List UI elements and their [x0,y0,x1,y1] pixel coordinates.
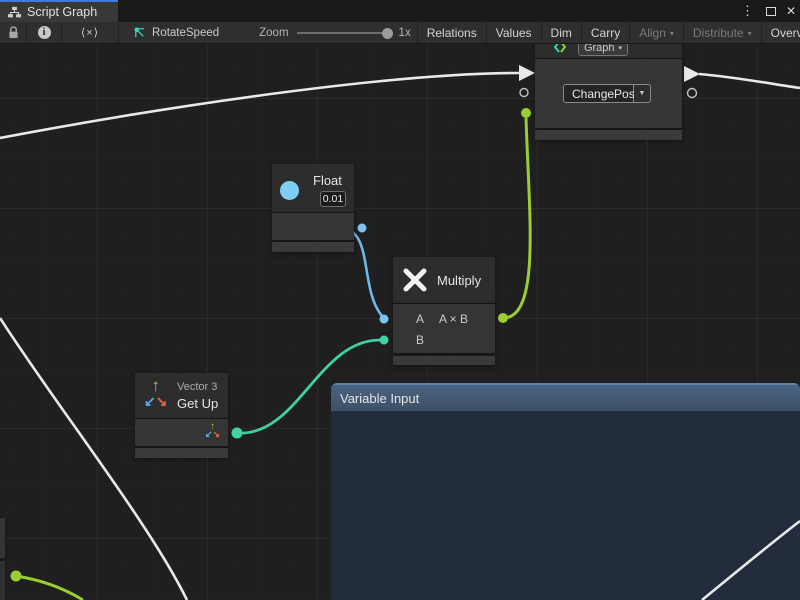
tab-title: Script Graph [27,5,97,19]
zoom-slider-knob[interactable] [382,28,393,39]
float-node[interactable]: Float 0.01 [272,164,354,252]
wire-bottom-left[interactable] [16,576,83,600]
chevron-down-icon: ▼ [639,90,646,97]
event-node-footer[interactable] [535,130,682,140]
graph-canvas[interactable]: Variable Input [0,44,800,600]
vector3-node-footer[interactable] [135,448,228,458]
float-node-title: Float [313,173,342,188]
float-type-icon [280,181,299,200]
chevron-down-icon: ▾ [670,29,674,38]
wire-multiply-to-event[interactable] [503,118,530,318]
vector3-node[interactable]: ↑ ↙ ↘ Vector 3 Get Up ↑ ↙ ↘ [135,373,228,458]
multiply-node-title: Multiply [437,273,481,288]
vector3-output-port-icon[interactable]: ↑ ↙ ↘ [205,422,220,439]
wire-end-dot[interactable] [380,315,389,324]
wire-arrowhead-out[interactable] [684,66,700,82]
vector3-node-header[interactable]: ↑ ↙ ↘ Vector 3 Get Up [135,373,228,418]
zoom-slider[interactable] [297,27,391,39]
multiply-node-header[interactable]: Multiply [393,257,495,303]
multiply-icon [402,267,428,293]
multiply-node-body[interactable]: A A × B B [393,304,495,353]
control-wire-out[interactable] [699,74,800,88]
window-controls: ⋮ ✕ [739,0,796,22]
dim-button[interactable]: Dim [542,22,581,44]
lock-icon [8,26,19,39]
vector3-type-icon: ↑ ↙ ↘ [144,377,167,408]
graph-breadcrumb[interactable]: RotateSpeed [119,26,229,39]
unconnected-port-ring[interactable] [688,89,697,98]
close-icon[interactable]: ✕ [786,4,796,18]
wire-end-dot[interactable] [521,108,531,118]
changepos-dropdown-caret[interactable]: ▼ [634,84,651,103]
graph-name-label: RotateSpeed [152,27,219,39]
float-node-footer[interactable] [272,242,354,252]
zoom-slider-track [297,32,391,34]
zoom-label: Zoom [259,27,288,39]
graph-select-dropdown[interactable]: Graph▾ [578,44,628,56]
float-value-field[interactable]: 0.01 [320,191,346,207]
chevron-down-icon: ▾ [748,29,752,38]
vector3-node-title: Get Up [177,396,218,411]
script-graph-icon [8,6,21,19]
wire-end-dot[interactable] [11,571,22,582]
port-a-label: A [416,312,424,326]
unity-visual-scripting-window: Script Graph ⋮ ✕ i ⟨×⟩ R [0,0,800,600]
wire-end-dot[interactable] [498,313,508,323]
kebab-menu-icon[interactable]: ⋮ [739,3,756,19]
event-node[interactable]: Graph▾ ChangePos ▼ [535,44,682,140]
carry-button[interactable]: Carry [582,22,629,44]
relations-button[interactable]: Relations [418,22,486,44]
wire-end-dot[interactable] [232,428,243,439]
zoom-control: Zoom 1x [229,27,417,39]
distribute-dropdown-button[interactable]: Distribute▾ [684,22,761,44]
chevron-down-icon: ▾ [619,44,623,52]
multiply-node[interactable]: Multiply A A × B B [393,257,495,365]
graph-toolbar: i ⟨×⟩ RotateSpeed Zoom 1x Relations Valu… [0,22,800,44]
title-bar: Script Graph ⋮ ✕ [0,0,800,22]
event-node-body[interactable]: ChangePos ▼ [535,59,682,128]
graph-icon [554,44,566,53]
tab-script-graph[interactable]: Script Graph [0,0,118,22]
overview-button[interactable]: Overview [762,22,800,44]
wire-vector3-to-multiply[interactable] [237,340,380,433]
float-node-header[interactable]: Float 0.01 [272,164,354,212]
code-angle-icon: ⟨×⟩ [81,26,99,39]
graph-node-icon [133,26,146,39]
multiply-node-footer[interactable] [393,356,495,365]
control-wire-in[interactable] [0,73,519,138]
maximize-icon[interactable] [766,7,776,16]
port-result-label: A × B [439,312,468,326]
port-b-label: B [416,333,424,347]
vector3-node-body[interactable]: ↑ ↙ ↘ [135,419,228,446]
wire-end-dot[interactable] [380,336,389,345]
info-button[interactable]: i [27,22,61,44]
unconnected-port-ring[interactable] [520,89,528,97]
values-button[interactable]: Values [487,22,541,44]
float-node-body[interactable] [272,213,354,240]
zoom-level-value: 1x [399,27,411,39]
event-node-header[interactable]: Graph▾ [535,44,682,58]
wire-end-dot[interactable] [358,224,367,233]
control-wire-diagonal[interactable] [0,318,187,600]
lock-button[interactable] [0,22,26,44]
control-wire-bottom-right[interactable] [702,521,800,600]
vector3-type-label: Vector 3 [177,381,217,393]
align-dropdown-button[interactable]: Align▾ [630,22,683,44]
changepos-dropdown[interactable]: ChangePos [563,84,634,103]
wire-arrowhead-in[interactable] [519,65,535,81]
inspect-code-button[interactable]: ⟨×⟩ [62,22,118,44]
info-icon: i [38,26,51,39]
